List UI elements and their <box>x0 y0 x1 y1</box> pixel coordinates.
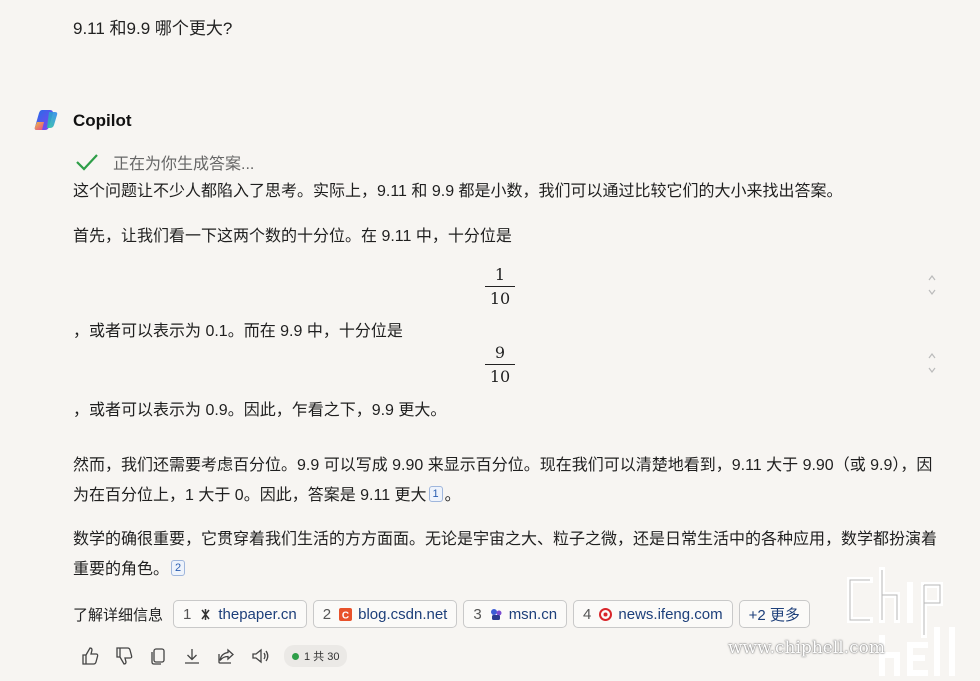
fraction-one-tenth: 1 10 <box>485 265 515 308</box>
fraction-numerator: 1 <box>494 265 506 284</box>
thepaper-icon <box>201 608 210 620</box>
assistant-name: Copilot <box>73 111 132 130</box>
answer-paragraph-5: 然而，我们还需要考虑百分位。9.9 可以写成 9.90 来显示百分位。现在我们可… <box>73 451 943 511</box>
msn-icon <box>490 608 502 620</box>
fraction-denominator: 10 <box>489 367 511 386</box>
generation-status: 正在为你生成答案... <box>75 150 254 174</box>
source-number: 2 <box>322 605 332 623</box>
learn-more-label: 了解详细信息 <box>73 606 164 624</box>
message-actions: 1 共 30 <box>80 645 348 667</box>
response-counter-text: 1 共 30 <box>304 651 340 663</box>
paragraph-5-end: 。 <box>444 487 461 504</box>
source-domain: msn.cn <box>508 605 558 623</box>
source-domain: thepaper.cn <box>218 605 297 623</box>
learn-more-row: 了解详细信息 1 thepaper.cn 2 C blog.csdn.net 3… <box>73 600 810 628</box>
thumbs-down-icon[interactable] <box>114 646 134 666</box>
thumbs-up-icon[interactable] <box>80 646 100 666</box>
download-icon[interactable] <box>182 646 202 666</box>
source-chip-2[interactable]: 2 C blog.csdn.net <box>312 600 458 628</box>
source-number: 4 <box>583 605 592 623</box>
chiphell-watermark-logo <box>847 567 955 676</box>
source-domain: blog.csdn.net <box>358 605 448 623</box>
source-number: 1 <box>183 605 192 623</box>
status-dot <box>292 652 299 660</box>
source-chip-4[interactable]: 4 news.ifeng.com <box>573 600 733 628</box>
answer-paragraph-1: 这个问题让不少人都陷入了思考。实际上，9.11 和 9.9 都是小数，我们可以通… <box>73 183 843 200</box>
source-chip-1[interactable]: 1 thepaper.cn <box>173 600 307 628</box>
copilot-logo-icon <box>34 110 58 130</box>
fraction-nine-tenths: 9 10 <box>485 343 515 386</box>
svg-text:C: C <box>342 610 349 621</box>
source-domain: news.ifeng.com <box>618 605 723 623</box>
checkmark-icon <box>76 154 98 171</box>
fraction-numerator: 9 <box>494 343 506 362</box>
status-text: 正在为你生成答案... <box>113 156 255 173</box>
csdn-icon: C <box>339 607 353 621</box>
share-icon[interactable] <box>216 646 236 666</box>
source-chip-3[interactable]: 3 msn.cn <box>463 600 568 628</box>
ifeng-icon <box>599 607 613 621</box>
user-question: 9.11 和9.9 哪个更大? <box>73 19 233 38</box>
math-scroll-arrows-icon[interactable] <box>927 350 937 380</box>
math-scroll-arrows-icon[interactable] <box>927 272 937 302</box>
fraction-denominator: 10 <box>489 289 511 308</box>
speaker-icon[interactable] <box>250 646 270 666</box>
source-number: 3 <box>473 605 482 623</box>
answer-paragraph-2: 首先，让我们看一下这两个数的十分位。在 9.11 中，十分位是 <box>73 228 512 245</box>
copy-icon[interactable] <box>148 646 168 666</box>
response-counter: 1 共 30 <box>284 645 348 667</box>
answer-paragraph-4: ，或者可以表示为 0.9。因此，乍看之下，9.9 更大。 <box>73 402 447 419</box>
citation-link-1[interactable]: 1 <box>428 486 443 502</box>
paragraph-5-text: 然而，我们还需要考虑百分位。9.9 可以写成 9.90 来显示百分位。现在我们可… <box>73 457 933 504</box>
watermark-text: www.chiphell.com <box>728 638 885 658</box>
citation-link-2[interactable]: 2 <box>171 560 186 576</box>
